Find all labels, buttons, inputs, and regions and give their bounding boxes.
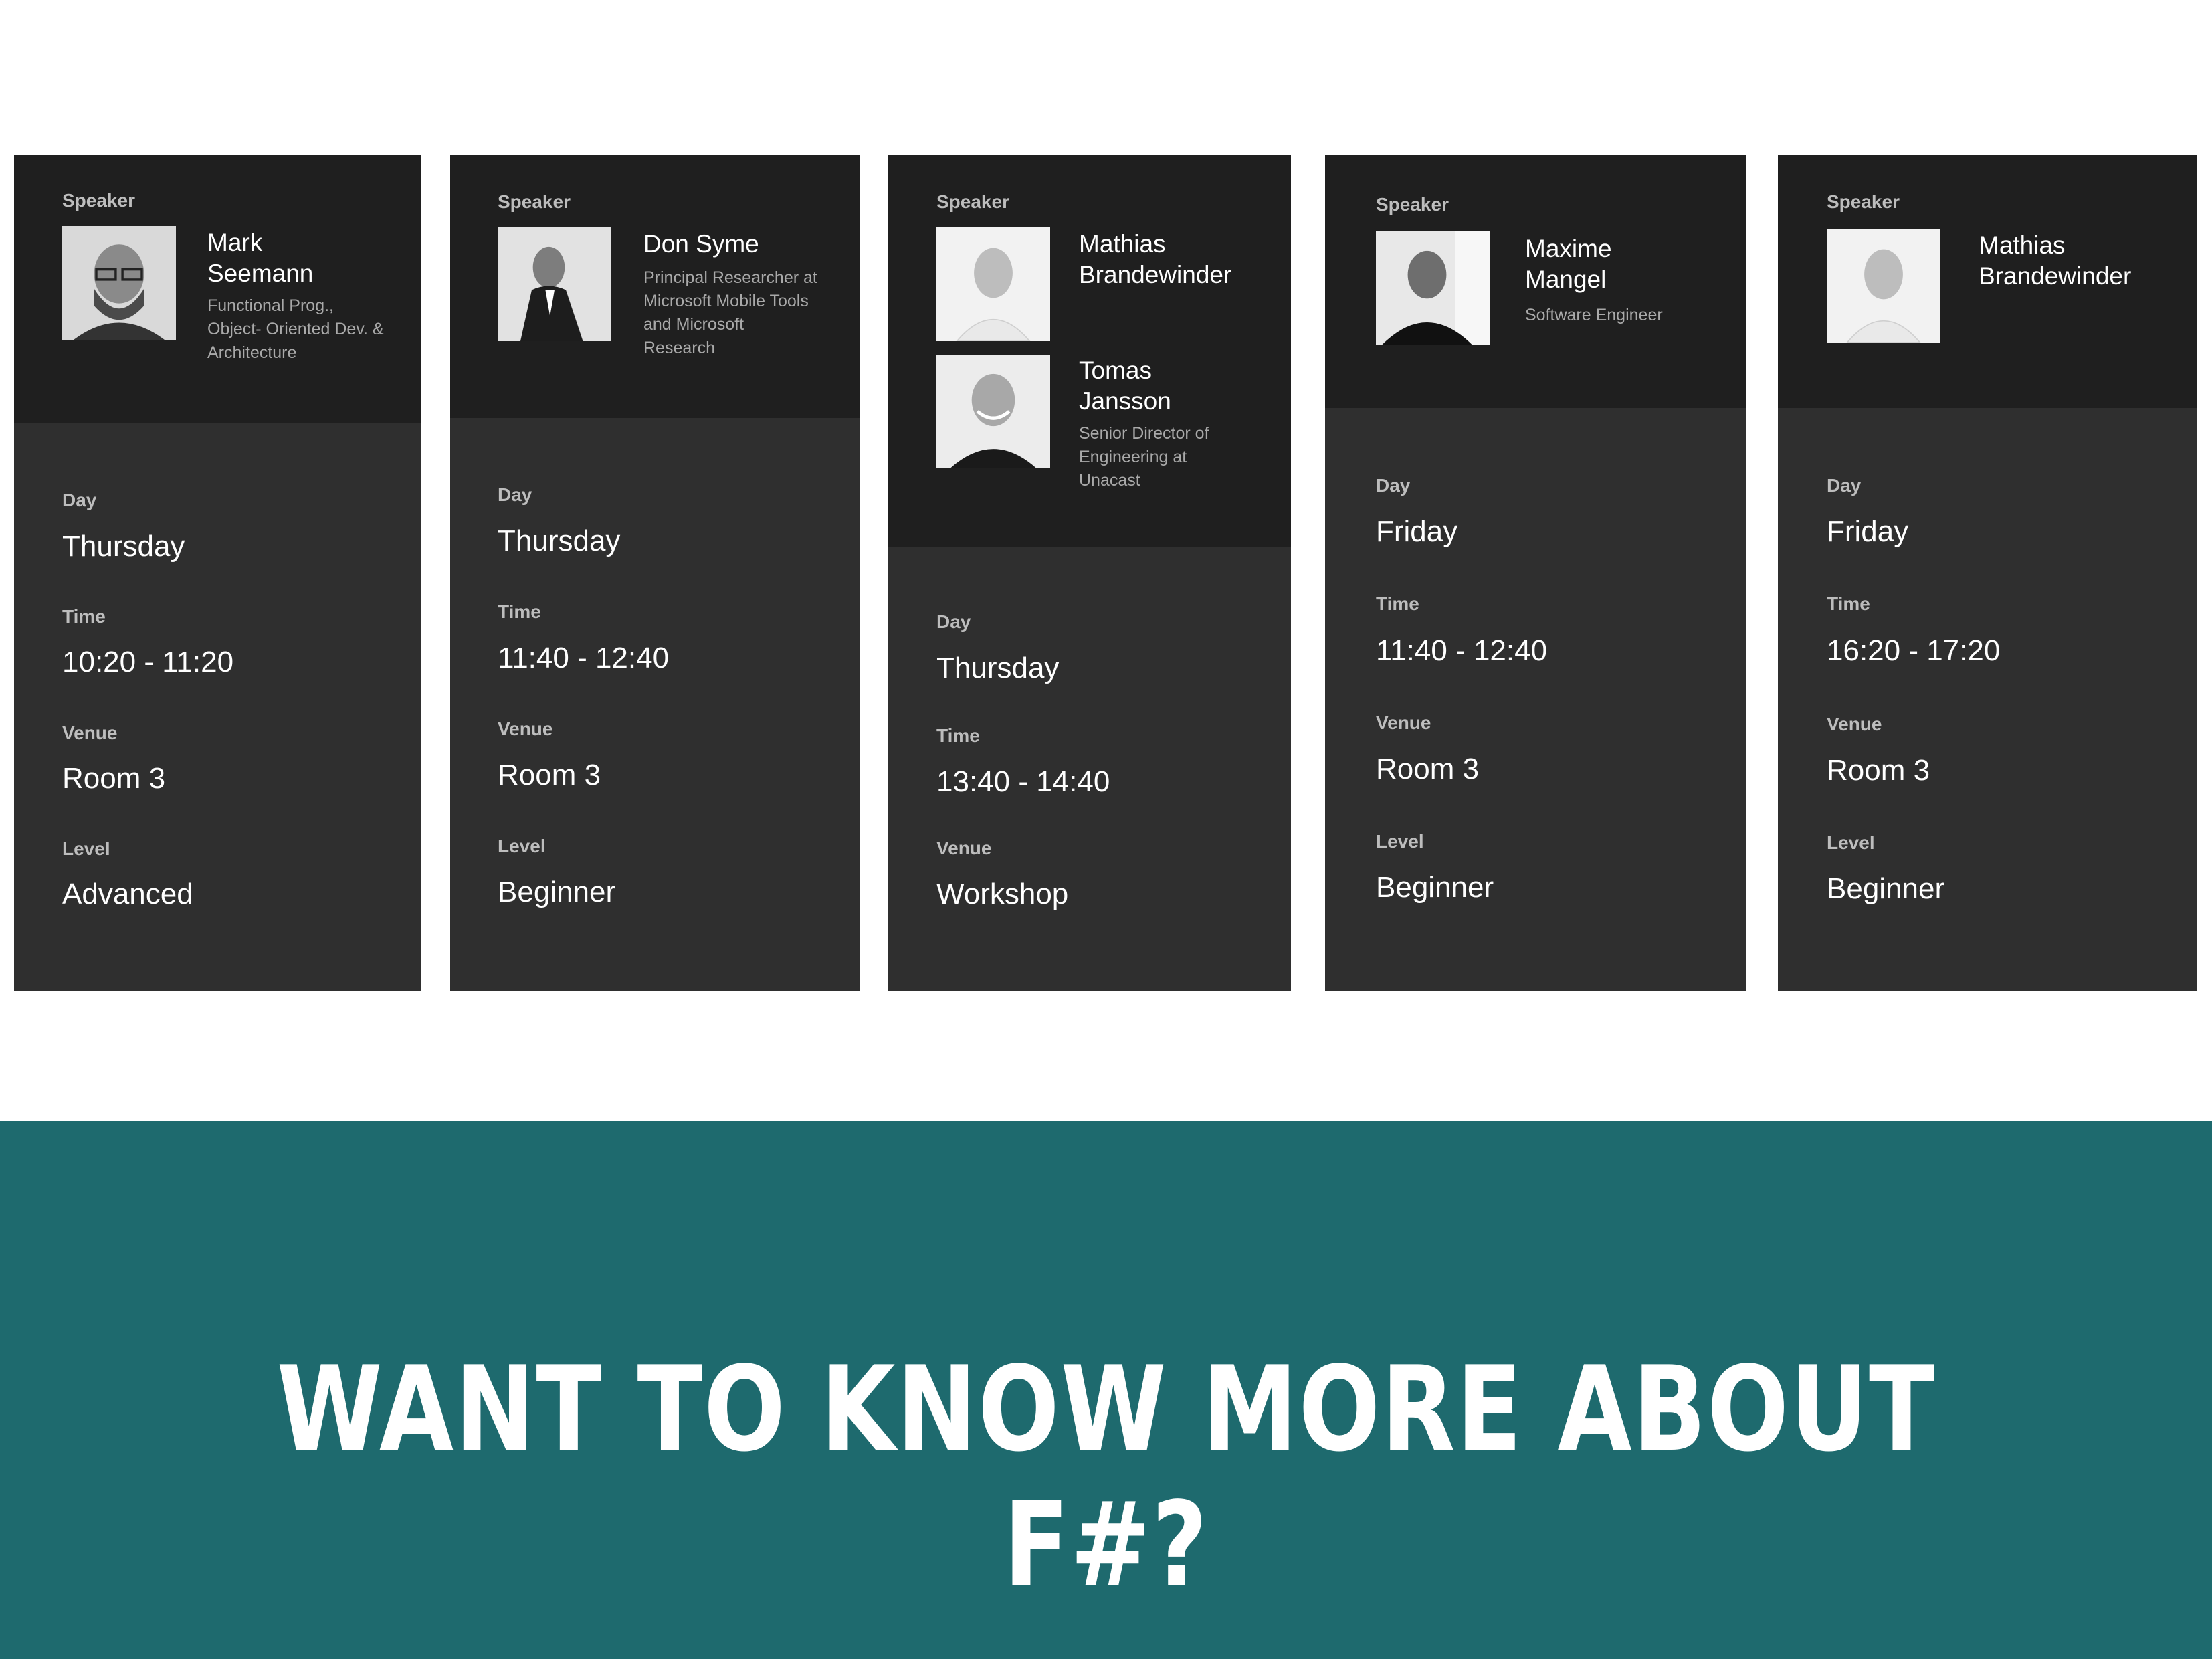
speaker-label: Speaker [62,190,135,211]
speaker-photo-1 [936,227,1050,341]
session-card-2: Speaker Don Syme Principal Researcher at… [450,155,860,991]
session-card-5: Speaker Mathias Brandewinder Day Friday … [1778,155,2197,991]
speaker-name: Mark Seemann [207,229,314,287]
venue-value: Room 3 [62,762,166,795]
day-value: Friday [1376,515,1458,548]
speaker-title: Principal Researcher at Microsoft Mobile… [643,268,817,357]
time-value: 11:40 - 12:40 [1376,634,1548,667]
venue-label: Venue [62,722,118,743]
speaker-title: Software Engineer [1525,306,1663,324]
time-label: Time [1827,593,1870,614]
venue-value: Workshop [936,878,1069,910]
day-value: Friday [1827,515,1909,548]
speaker-photo [1827,229,1940,343]
speaker-title-2: Senior Director of Engineering at Unacas… [1079,424,1209,490]
time-value: 16:20 - 17:20 [1827,634,2001,667]
level-value: Advanced [62,878,193,910]
speaker-photo [1376,231,1490,345]
cta-banner: WANT TO KNOW MORE ABOUT F#? [0,1121,2212,1659]
time-label: Time [62,606,106,627]
venue-label: Venue [498,718,553,739]
venue-value: Room 3 [498,759,601,791]
speaker-name: Maxime Mangel [1525,235,1612,293]
venue-value: Room 3 [1376,753,1480,785]
speaker-label: Speaker [1376,194,1449,215]
level-value: Beginner [498,876,616,908]
level-label: Level [1827,832,1875,853]
speaker-photo [62,226,176,340]
speaker-name: Mathias Brandewinder [1979,231,2132,290]
speaker-label: Speaker [936,191,1009,212]
day-label: Day [498,484,532,505]
level-value: Beginner [1376,871,1494,904]
speaker-label: Speaker [498,191,571,212]
level-label: Level [1376,831,1424,852]
venue-value: Room 3 [1827,754,1930,787]
time-label: Time [936,725,980,746]
speaker-photo [498,227,611,341]
day-value: Thursday [498,524,621,557]
level-value: Beginner [1827,872,1945,905]
time-value: 10:20 - 11:20 [62,646,234,678]
time-label: Time [498,601,541,622]
time-label: Time [1376,593,1419,614]
day-label: Day [62,490,97,510]
level-label: Level [62,838,110,859]
venue-label: Venue [1827,714,1882,735]
speaker-name-2: Tomas Jansson [1079,357,1171,415]
speaker-photo-2 [936,355,1050,468]
speaker-name-1: Mathias Brandewinder [1079,230,1232,288]
day-label: Day [936,611,971,632]
cta-heading: WANT TO KNOW MORE ABOUT F#? [276,1342,1936,1614]
day-value: Thursday [62,530,185,563]
speaker-title: Functional Prog., Object- Oriented Dev. … [207,296,384,362]
speaker-name: Don Syme [643,230,759,258]
session-card-1: Speaker Mark Seemann Functional Prog., O… [14,155,421,991]
day-label: Day [1376,475,1411,496]
venue-label: Venue [1376,712,1431,733]
time-value: 11:40 - 12:40 [498,642,670,674]
session-card-3: Speaker Mathias Brandewinder Tomas Janss… [888,155,1291,991]
day-label: Day [1827,475,1862,496]
time-value: 13:40 - 14:40 [936,765,1110,798]
speaker-label: Speaker [1827,191,1900,212]
level-label: Level [498,836,546,856]
session-card-4: Speaker Maxime Mangel Software Engineer … [1325,155,1746,991]
venue-label: Venue [936,838,992,858]
day-value: Thursday [936,652,1060,684]
